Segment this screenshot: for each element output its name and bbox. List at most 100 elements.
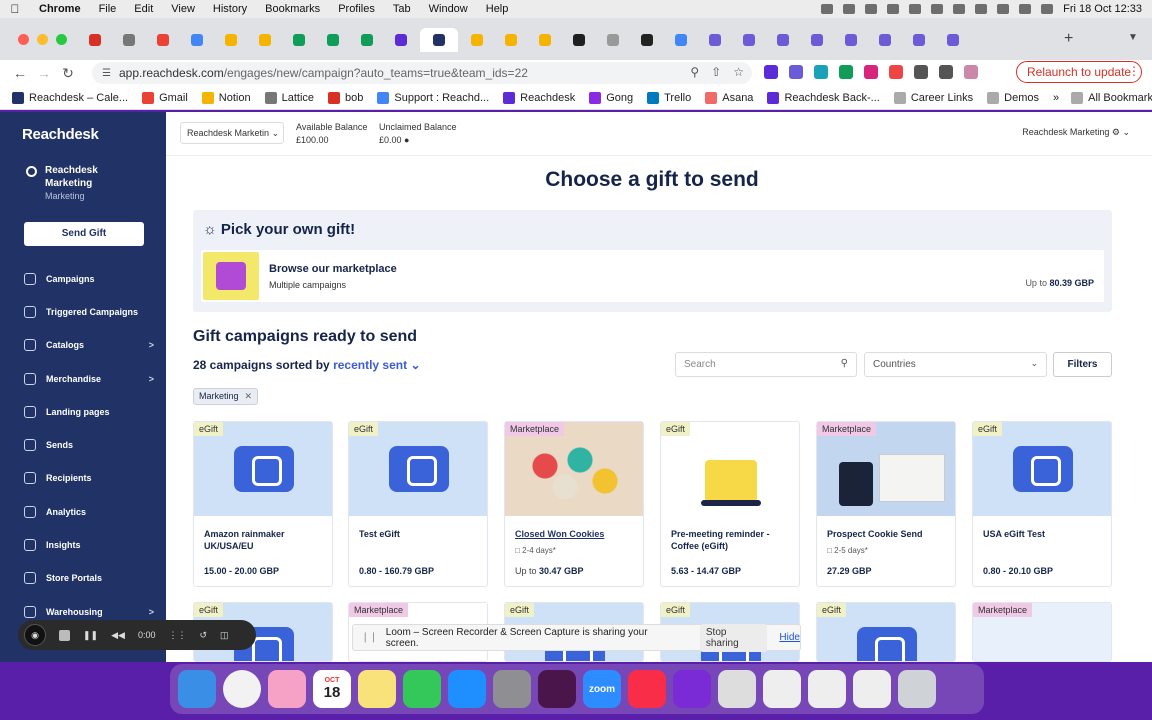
- info-icon[interactable]: ●: [404, 135, 409, 145]
- menu-history[interactable]: History: [204, 3, 256, 15]
- stop-recording-icon[interactable]: [59, 629, 70, 641]
- campaign-card[interactable]: Marketplace: [972, 602, 1112, 662]
- browser-tab[interactable]: [734, 28, 764, 52]
- browse-marketplace-card[interactable]: Browse our marketplace Multiple campaign…: [201, 250, 1104, 302]
- reachdesk-logo[interactable]: Reachdesk: [22, 126, 99, 143]
- all-bookmarks[interactable]: All Bookmarks: [1071, 91, 1152, 104]
- battery-icon[interactable]: [953, 4, 966, 14]
- zoom-tray-icon[interactable]: [843, 4, 856, 14]
- sidebar-item-campaigns[interactable]: Campaigns: [24, 262, 154, 295]
- vimeo-icon[interactable]: [887, 4, 900, 14]
- back-arrow-icon[interactable]: ←: [8, 65, 32, 81]
- menu-app[interactable]: Chrome: [30, 3, 90, 15]
- menu-file[interactable]: File: [90, 3, 126, 15]
- bookmark-folder[interactable]: Career Links: [893, 91, 973, 104]
- bookmark-item[interactable]: Notion: [201, 91, 251, 104]
- numbers-icon[interactable]: [403, 670, 441, 708]
- spotlight-icon[interactable]: [1019, 4, 1032, 14]
- menu-window[interactable]: Window: [420, 3, 477, 15]
- bookmark-folder[interactable]: Demos: [987, 91, 1039, 104]
- share-icon[interactable]: ⇧: [711, 65, 721, 79]
- puzzle-icon[interactable]: [914, 65, 928, 79]
- address-bar[interactable]: ☰ app.reachdesk.com/engages/new/campaign…: [92, 62, 752, 84]
- sidebar-item-recipients[interactable]: Recipients: [24, 462, 154, 495]
- extension-icon[interactable]: [839, 65, 853, 79]
- countries-select[interactable]: Countries ⌄: [864, 352, 1047, 377]
- browser-tab[interactable]: [666, 28, 696, 52]
- new-tab-button[interactable]: +: [1064, 30, 1073, 48]
- campaign-card[interactable]: Marketplace Prospect Cookie Send □ 2-5 d…: [816, 421, 956, 587]
- sidebar-item-merchandise[interactable]: Merchandise >: [24, 362, 154, 395]
- zoom-lens-icon[interactable]: ⚲: [690, 65, 699, 79]
- chrome-icon[interactable]: [223, 670, 261, 708]
- sidebar-item-analytics[interactable]: Analytics: [24, 495, 154, 528]
- account-menu[interactable]: Reachdesk Marketing ⚙ ⌄: [1022, 127, 1130, 138]
- rewind-icon[interactable]: ◀◀: [111, 630, 125, 641]
- camera-icon[interactable]: ◉: [24, 624, 46, 646]
- browser-tab[interactable]: [250, 28, 280, 52]
- restart-icon[interactable]: ↺: [199, 630, 207, 641]
- mic-icon[interactable]: [821, 4, 834, 14]
- browser-tab[interactable]: [462, 28, 492, 52]
- campaign-card[interactable]: eGift Amazon rainmaker UK/USA/EU 15.00 -…: [193, 421, 333, 587]
- menu-bookmarks[interactable]: Bookmarks: [256, 3, 329, 15]
- trash-icon[interactable]: ◫: [220, 630, 229, 641]
- campaign-card[interactable]: eGift Pre-meeting reminder - Coffee (eGi…: [660, 421, 800, 587]
- team-select[interactable]: Reachdesk Marketin ⌄: [180, 122, 284, 144]
- extension-icon[interactable]: [889, 65, 903, 79]
- reload-icon[interactable]: ↻: [56, 65, 80, 82]
- slack-icon[interactable]: [538, 670, 576, 708]
- browser-tab[interactable]: [836, 28, 866, 52]
- close-icon[interactable]: ✕: [245, 391, 253, 402]
- site-info-icon[interactable]: ☰: [102, 68, 111, 79]
- photos-icon[interactable]: [268, 670, 306, 708]
- menu-edit[interactable]: Edit: [125, 3, 162, 15]
- bookmark-star-icon[interactable]: ☆: [733, 65, 744, 79]
- control-center-icon[interactable]: [1041, 4, 1054, 14]
- browser-tab[interactable]: [904, 28, 934, 52]
- sort-dropdown[interactable]: recently sent ⌄: [333, 358, 420, 372]
- hide-button[interactable]: Hide: [779, 632, 800, 643]
- bookmark-item[interactable]: Lattice: [264, 91, 314, 104]
- browser-tab[interactable]: [318, 28, 348, 52]
- browser-tab[interactable]: [80, 28, 110, 52]
- zoom-window-icon[interactable]: [56, 34, 67, 45]
- browser-tab[interactable]: [768, 28, 798, 52]
- window-preview-icon[interactable]: [763, 670, 801, 708]
- browser-tab[interactable]: [386, 28, 416, 52]
- evernote-icon[interactable]: [865, 4, 878, 14]
- system-settings-icon[interactable]: [493, 670, 531, 708]
- sidebar-item-catalogs[interactable]: Catalogs >: [24, 329, 154, 362]
- zoom-app-icon[interactable]: zoom: [583, 670, 621, 708]
- bluetooth-icon[interactable]: [931, 4, 944, 14]
- stop-sharing-button[interactable]: Stop sharing: [699, 623, 768, 652]
- campaign-card[interactable]: Marketplace Closed Won Cookies □ 2-4 day…: [504, 421, 644, 587]
- app-store-icon[interactable]: [448, 670, 486, 708]
- relaunch-button[interactable]: Relaunch to update: [1016, 61, 1143, 83]
- pause-icon[interactable]: ❚❚: [83, 630, 98, 641]
- campaign-card[interactable]: eGift USA eGift Test 0.80 - 20.10 GBP: [972, 421, 1112, 587]
- extension-icon[interactable]: [789, 65, 803, 79]
- menu-tab[interactable]: Tab: [384, 3, 420, 15]
- sidebar-item-triggered-campaigns[interactable]: Triggered Campaigns: [24, 295, 154, 328]
- wifi-icon[interactable]: [975, 4, 988, 14]
- browser-tab[interactable]: [598, 28, 628, 52]
- filters-button[interactable]: Filters: [1053, 352, 1112, 377]
- sidepanel-icon[interactable]: [939, 65, 953, 79]
- browser-tab[interactable]: [352, 28, 382, 52]
- minimize-window-icon[interactable]: [37, 34, 48, 45]
- extension-icon[interactable]: [814, 65, 828, 79]
- browser-tab[interactable]: [182, 28, 212, 52]
- menubar-clock[interactable]: Fri 18 Oct 12:33: [1063, 3, 1142, 15]
- browser-tab[interactable]: [870, 28, 900, 52]
- browser-tab-active[interactable]: [420, 28, 458, 52]
- browser-tab[interactable]: [148, 28, 178, 52]
- notes-icon[interactable]: [358, 670, 396, 708]
- browser-tab[interactable]: [284, 28, 314, 52]
- window-preview-icon[interactable]: [808, 670, 846, 708]
- browser-tab[interactable]: [114, 28, 144, 52]
- extension-icon[interactable]: [864, 65, 878, 79]
- play-icon[interactable]: [909, 4, 922, 14]
- sidebar-item-insights[interactable]: Insights: [24, 528, 154, 561]
- menu-help[interactable]: Help: [477, 3, 518, 15]
